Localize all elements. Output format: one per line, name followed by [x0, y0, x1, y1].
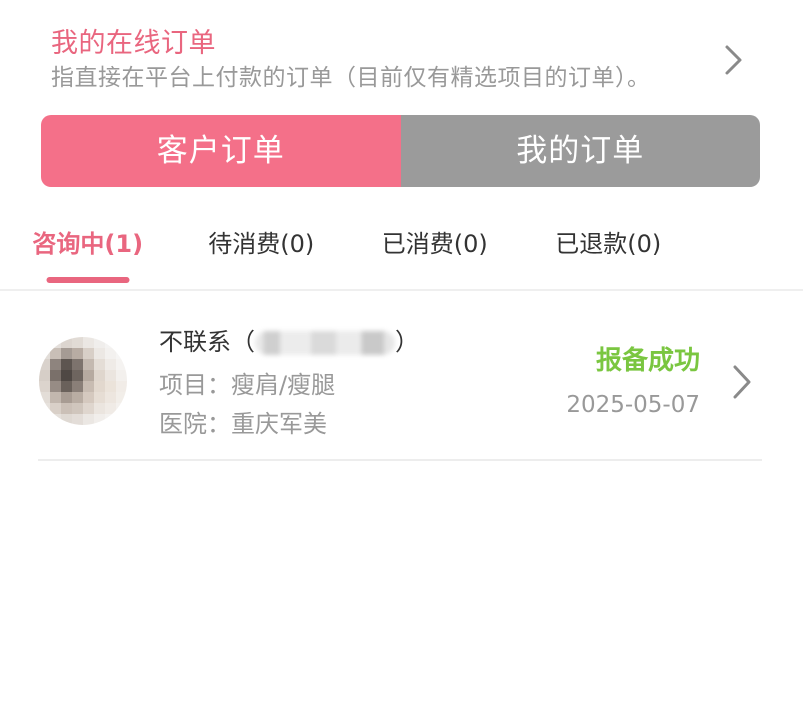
tab-active-indicator: [46, 277, 130, 283]
online-orders-title: 我的在线订单: [51, 28, 216, 59]
chevron-right-icon[interactable]: [723, 44, 745, 76]
hospital-label: 医院：: [159, 410, 231, 438]
tab-label: 咨询中(1): [32, 230, 144, 258]
tab-refunded[interactable]: 已退款(0): [522, 220, 696, 268]
order-status-badge: 报备成功: [595, 346, 700, 376]
row-divider: [38, 459, 762, 461]
order-project: 项目：瘦肩/瘦腿: [159, 370, 335, 400]
hospital-value: 重庆军美: [231, 410, 327, 438]
tab-label: 已消费(0): [381, 230, 488, 258]
tab-pending-consumption[interactable]: 待消费(0): [175, 220, 349, 268]
project-label: 项目：: [159, 371, 231, 399]
online-orders-subtitle: 指直接在平台上付款的订单（目前仅有精选项目的订单）。: [51, 65, 651, 91]
segment-my-orders[interactable]: 我的订单: [400, 115, 760, 187]
order-hospital: 医院：重庆军美: [159, 409, 327, 439]
customer-name-prefix: 不联系（: [159, 328, 255, 356]
redacted-phone-number: [255, 331, 395, 355]
tab-consumed[interactable]: 已消费(0): [348, 220, 522, 268]
chevron-right-icon[interactable]: [731, 364, 753, 400]
order-date: 2025-05-07: [566, 392, 700, 418]
order-type-segmented-control: 客户订单 我的订单: [41, 115, 760, 187]
avatar: [39, 337, 127, 425]
tab-consulting[interactable]: 咨询中(1): [1, 220, 175, 283]
order-list-item[interactable]: 不联系（ ） 项目：瘦肩/瘦腿 医院：重庆军美 报备成功 2025-05-07: [0, 292, 803, 462]
customer-name-suffix: ）: [395, 328, 419, 356]
tab-label: 已退款(0): [555, 230, 662, 258]
online-orders-header[interactable]: 我的在线订单 指直接在平台上付款的订单（目前仅有精选项目的订单）。: [0, 0, 803, 104]
tabs-divider: [0, 289, 803, 291]
avatar-image: [39, 337, 127, 425]
project-value: 瘦肩/瘦腿: [231, 371, 336, 399]
tab-label: 待消费(0): [208, 230, 315, 258]
customer-name: 不联系（ ）: [159, 327, 419, 357]
segment-customer-orders[interactable]: 客户订单: [41, 115, 401, 187]
